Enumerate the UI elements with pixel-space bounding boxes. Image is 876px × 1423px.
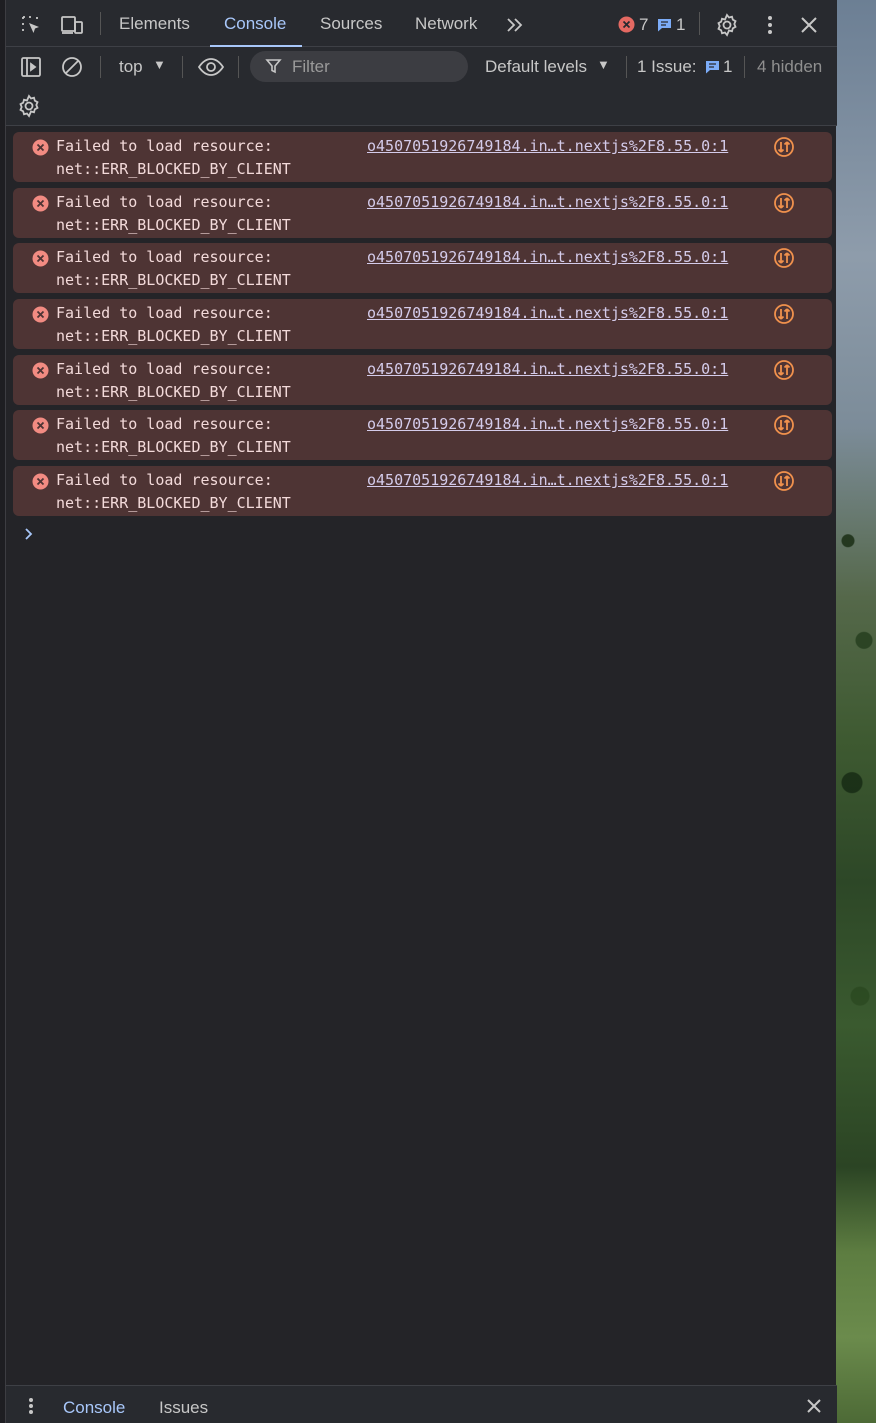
- message-source-link[interactable]: o4507051926749184.in…t.nextjs%2F8.55.0:1: [367, 193, 728, 211]
- show-sidebar-icon[interactable]: [19, 55, 43, 79]
- error-icon: [32, 139, 49, 161]
- message-source-link[interactable]: o4507051926749184.in…t.nextjs%2F8.55.0:1: [367, 137, 728, 155]
- devtools-panel: Elements Console Sources Network 7 1 top…: [5, 0, 837, 1423]
- drawer-tab-issues[interactable]: Issues: [159, 1398, 208, 1418]
- levels-dropdown-icon[interactable]: ▼: [597, 57, 610, 72]
- console-error-message: Failed to load resource: net::ERR_BLOCKE…: [13, 132, 832, 182]
- window-edge: [0, 0, 5, 1423]
- message-text: Failed to load resource:: [56, 193, 273, 211]
- network-request-icon[interactable]: [773, 247, 795, 274]
- context-selector[interactable]: top: [119, 57, 143, 77]
- message-source-link[interactable]: o4507051926749184.in…t.nextjs%2F8.55.0:1: [367, 415, 728, 433]
- error-icon: [32, 362, 49, 384]
- message-error-code: net::ERR_BLOCKED_BY_CLIENT: [56, 327, 291, 345]
- message-text: Failed to load resource:: [56, 415, 273, 433]
- issues-label[interactable]: 1 Issue:: [637, 57, 697, 77]
- message-text: Failed to load resource:: [56, 471, 273, 489]
- inspect-element-icon[interactable]: [19, 13, 43, 37]
- message-error-code: net::ERR_BLOCKED_BY_CLIENT: [56, 383, 291, 401]
- live-expression-eye-icon[interactable]: [197, 55, 225, 79]
- network-request-icon[interactable]: [773, 414, 795, 441]
- close-drawer-icon[interactable]: [806, 1398, 822, 1419]
- console-settings-row: [6, 87, 837, 126]
- console-error-message: Failed to load resource: net::ERR_BLOCKE…: [13, 299, 832, 349]
- separator: [182, 56, 183, 78]
- message-text: Failed to load resource:: [56, 248, 273, 266]
- separator: [699, 12, 700, 35]
- log-levels-dropdown[interactable]: Default levels: [485, 57, 587, 77]
- console-error-message: Failed to load resource: net::ERR_BLOCKE…: [13, 243, 832, 293]
- error-icon: [32, 473, 49, 495]
- issue-message-icon: [704, 59, 721, 80]
- more-options-icon[interactable]: [758, 13, 782, 37]
- message-count: 1: [676, 15, 686, 34]
- error-icon: [32, 306, 49, 328]
- filter-input[interactable]: [292, 55, 462, 79]
- context-dropdown-icon[interactable]: ▼: [153, 57, 166, 72]
- network-request-icon[interactable]: [773, 303, 795, 330]
- message-source-link[interactable]: o4507051926749184.in…t.nextjs%2F8.55.0:1: [367, 471, 728, 489]
- message-error-code: net::ERR_BLOCKED_BY_CLIENT: [56, 271, 291, 289]
- network-request-icon[interactable]: [773, 470, 795, 497]
- message-text: Failed to load resource:: [56, 304, 273, 322]
- tab-console[interactable]: Console: [209, 0, 303, 47]
- network-request-icon[interactable]: [773, 359, 795, 386]
- issues-count: 1: [723, 57, 733, 76]
- error-count: 7: [639, 15, 649, 34]
- close-devtools-icon[interactable]: [797, 13, 821, 37]
- filter-funnel-icon: [265, 58, 282, 80]
- console-error-message: Failed to load resource: net::ERR_BLOCKE…: [13, 355, 832, 405]
- message-error-code: net::ERR_BLOCKED_BY_CLIENT: [56, 494, 291, 512]
- message-text: Failed to load resource:: [56, 137, 273, 155]
- drawer-tab-console[interactable]: Console: [63, 1398, 125, 1418]
- clear-console-icon[interactable]: [60, 55, 84, 79]
- message-source-link[interactable]: o4507051926749184.in…t.nextjs%2F8.55.0:1: [367, 248, 728, 266]
- error-icon: [32, 250, 49, 272]
- console-error-message: Failed to load resource: net::ERR_BLOCKE…: [13, 188, 832, 238]
- filter-box[interactable]: [250, 51, 468, 82]
- message-count-icon[interactable]: [656, 17, 673, 38]
- tab-network[interactable]: Network: [415, 0, 477, 47]
- separator: [100, 12, 101, 35]
- console-prompt-icon[interactable]: [24, 525, 34, 546]
- message-text: Failed to load resource:: [56, 360, 273, 378]
- network-request-icon[interactable]: [773, 192, 795, 219]
- message-error-code: net::ERR_BLOCKED_BY_CLIENT: [56, 438, 291, 456]
- console-error-message: Failed to load resource: net::ERR_BLOCKE…: [13, 410, 832, 460]
- message-error-code: net::ERR_BLOCKED_BY_CLIENT: [56, 216, 291, 234]
- message-source-link[interactable]: o4507051926749184.in…t.nextjs%2F8.55.0:1: [367, 360, 728, 378]
- device-toolbar-icon[interactable]: [60, 13, 84, 37]
- error-icon: [32, 195, 49, 217]
- message-source-link[interactable]: o4507051926749184.in…t.nextjs%2F8.55.0:1: [367, 304, 728, 322]
- tab-sources[interactable]: Sources: [320, 0, 382, 47]
- error-count-icon[interactable]: [618, 16, 635, 38]
- settings-gear-icon[interactable]: [715, 13, 739, 37]
- error-icon: [32, 417, 49, 439]
- separator: [238, 56, 239, 78]
- hidden-count: 4 hidden: [757, 57, 823, 76]
- message-error-code: net::ERR_BLOCKED_BY_CLIENT: [56, 160, 291, 178]
- separator: [100, 56, 101, 78]
- network-request-icon[interactable]: [773, 136, 795, 163]
- tab-elements[interactable]: Elements: [119, 0, 190, 47]
- console-toolbar: top ▼ Default levels ▼ 1 Issue:: [6, 47, 837, 87]
- separator: [626, 56, 627, 78]
- drawer-menu-icon[interactable]: [28, 1397, 34, 1420]
- console-error-message: Failed to load resource: net::ERR_BLOCKE…: [13, 466, 832, 516]
- devtools-tabbar: Elements Console Sources Network 7 1: [6, 0, 837, 47]
- console-settings-gear-icon[interactable]: [17, 94, 41, 118]
- more-tabs-icon[interactable]: [503, 13, 527, 37]
- separator: [744, 56, 745, 78]
- bottom-drawer: Console Issues: [6, 1385, 837, 1423]
- page-background-photo: [836, 0, 876, 1423]
